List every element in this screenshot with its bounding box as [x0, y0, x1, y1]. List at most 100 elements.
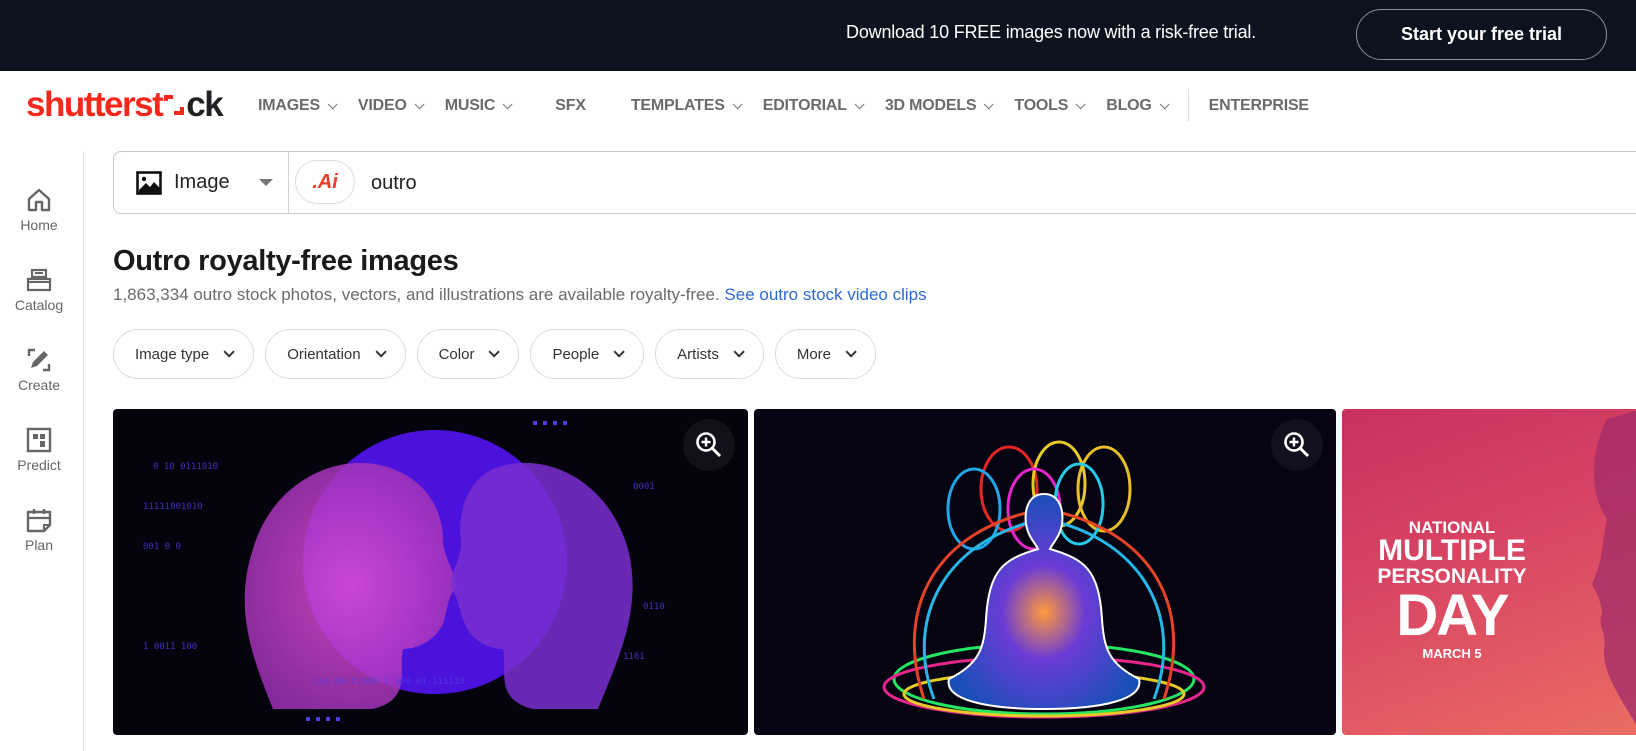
ai-search-toggle[interactable]: .Ai [295, 160, 355, 204]
svg-text:1 0011 100: 1 0011 100 [143, 642, 197, 652]
chevron-down-icon [733, 346, 745, 358]
sidebar-item-plan[interactable]: Plan [0, 507, 78, 553]
create-icon [27, 348, 51, 372]
sidebar-item-label: Catalog [14, 297, 64, 313]
nav-enterprise[interactable]: ENTERPRISE [1209, 97, 1309, 115]
chevron-down-icon [223, 346, 235, 358]
filter-label: Color [438, 345, 475, 363]
svg-text:001 0 0: 001 0 0 [143, 542, 181, 552]
filter-label: More [796, 345, 832, 363]
svg-text:110 00 11000 1 100 01 111110: 110 00 11000 1 100 01 111110 [313, 677, 465, 687]
start-free-trial-button[interactable]: Start your free trial [1356, 9, 1607, 60]
media-type-dropdown[interactable]: Image [114, 152, 289, 213]
filter-artists[interactable]: Artists [655, 329, 764, 379]
filter-orientation[interactable]: Orientation [265, 329, 406, 379]
preview-zoom-button[interactable] [1271, 419, 1323, 471]
nav-label: BLOG [1106, 97, 1152, 114]
chevron-down-icon [1075, 98, 1086, 109]
image-result[interactable]: NATIONAL MULTIPLE PERSONALITY DAY MARCH … [1342, 409, 1636, 735]
sidebar-item-predict[interactable]: Predict [0, 427, 78, 473]
svg-text:0110: 0110 [643, 602, 665, 612]
image-thumbnail-aura [882, 440, 1206, 719]
chevron-down-icon [375, 346, 387, 358]
filter-people[interactable]: People [530, 329, 645, 379]
chevron-down-icon [502, 98, 513, 109]
poster-line: MARCH 5 [1422, 646, 1482, 661]
filter-color[interactable]: Color [416, 329, 520, 379]
filter-label: Image type [135, 345, 210, 363]
svg-text:0001: 0001 [633, 482, 655, 492]
image-thumbnail-heads: 0 10 0111010 11111001010 001 0 0 1 0011 10… [143, 421, 665, 721]
nav-3d-models[interactable]: 3D MODELS [884, 97, 994, 115]
promo-banner: Download 10 FREE images now with a risk-… [0, 0, 1636, 71]
nav-label: VIDEO [357, 97, 407, 114]
nav-label: TOOLS [1014, 97, 1069, 114]
filter-image-type[interactable]: Image type [113, 329, 255, 379]
shutterstock-logo[interactable]: shutterst ck [26, 85, 224, 125]
search-input[interactable] [371, 164, 1471, 202]
chevron-down-icon [854, 98, 865, 109]
catalog-icon [26, 268, 52, 292]
chevron-down-icon [414, 98, 425, 109]
image-result[interactable] [754, 409, 1336, 735]
logo-text-primary: shutterst [26, 85, 164, 124]
stock-video-link[interactable]: See outro stock video clips [724, 285, 926, 304]
filter-label: People [552, 345, 600, 363]
promo-text: Download 10 FREE images now with a risk-… [846, 22, 1256, 42]
zoom-in-icon [696, 432, 722, 458]
poster-line: MULTIPLE [1378, 534, 1526, 567]
zoom-in-icon [1284, 432, 1310, 458]
nav-tools[interactable]: TOOLS [1014, 97, 1086, 115]
main-nav: IMAGES VIDEO MUSIC SFX TEMPLATES EDITORI… [258, 71, 1333, 141]
filter-bar: Image type Orientation Color People Arti… [113, 329, 887, 379]
chevron-down-icon [613, 346, 625, 358]
media-type-label: Image [174, 171, 230, 193]
filter-more[interactable]: More [774, 329, 877, 379]
poster-text: NATIONAL MULTIPLE PERSONALITY DAY MARCH … [1352, 519, 1552, 660]
sidebar-item-label: Plan [24, 537, 54, 553]
filter-label: Orientation [287, 345, 361, 363]
nav-music[interactable]: MUSIC [445, 97, 513, 115]
preview-zoom-button[interactable] [683, 419, 735, 471]
svg-text:1101: 1101 [623, 652, 645, 662]
chevron-down-icon [732, 98, 743, 109]
image-result[interactable]: 0 10 0111010 11111001010 001 0 0 1 0011 10… [113, 409, 748, 735]
nav-templates[interactable]: TEMPLATES [631, 97, 743, 115]
left-sidebar: Home Catalog Create Predict Plan [0, 151, 84, 751]
poster-line: DAY [1396, 583, 1509, 648]
sidebar-item-create[interactable]: Create [0, 347, 78, 393]
chevron-down-icon [984, 98, 994, 109]
nav-divider [1187, 90, 1189, 122]
nav-label: 3D MODELS [884, 97, 977, 114]
chevron-down-icon [845, 346, 857, 358]
results-count-text: 1,863,334 outro stock photos, vectors, a… [113, 285, 720, 304]
sidebar-item-home[interactable]: Home [0, 187, 78, 233]
plan-icon [26, 509, 52, 533]
sidebar-item-label: Create [17, 377, 61, 393]
logo-text-secondary: ck [186, 85, 223, 124]
nav-label: ENTERPRISE [1208, 97, 1309, 114]
predict-icon [26, 427, 52, 453]
filter-label: Artists [677, 345, 719, 363]
chevron-down-icon [488, 346, 501, 358]
chevron-down-icon [1159, 98, 1170, 109]
caret-down-icon [259, 179, 273, 186]
chevron-down-icon [327, 98, 338, 109]
page-title: Outro royalty-free images [113, 245, 459, 277]
nav-video[interactable]: VIDEO [357, 97, 425, 115]
svg-text:0 10 0111010: 0 10 0111010 [153, 462, 218, 472]
sidebar-item-label: Predict [17, 457, 61, 473]
nav-label: IMAGES [258, 97, 320, 114]
search-bar: Image .Ai [113, 151, 1636, 214]
image-icon [136, 170, 162, 195]
sidebar-item-label: Home [20, 217, 58, 233]
logo-o-mark-icon [164, 95, 185, 115]
svg-text:11111001010: 11111001010 [143, 502, 203, 512]
nav-label: SFX [555, 97, 586, 114]
nav-label: EDITORIAL [762, 97, 847, 114]
nav-sfx[interactable]: SFX [555, 97, 586, 115]
sidebar-item-catalog[interactable]: Catalog [0, 267, 78, 313]
nav-images[interactable]: IMAGES [258, 97, 338, 115]
nav-blog[interactable]: BLOG [1106, 97, 1170, 115]
nav-editorial[interactable]: EDITORIAL [762, 97, 865, 115]
